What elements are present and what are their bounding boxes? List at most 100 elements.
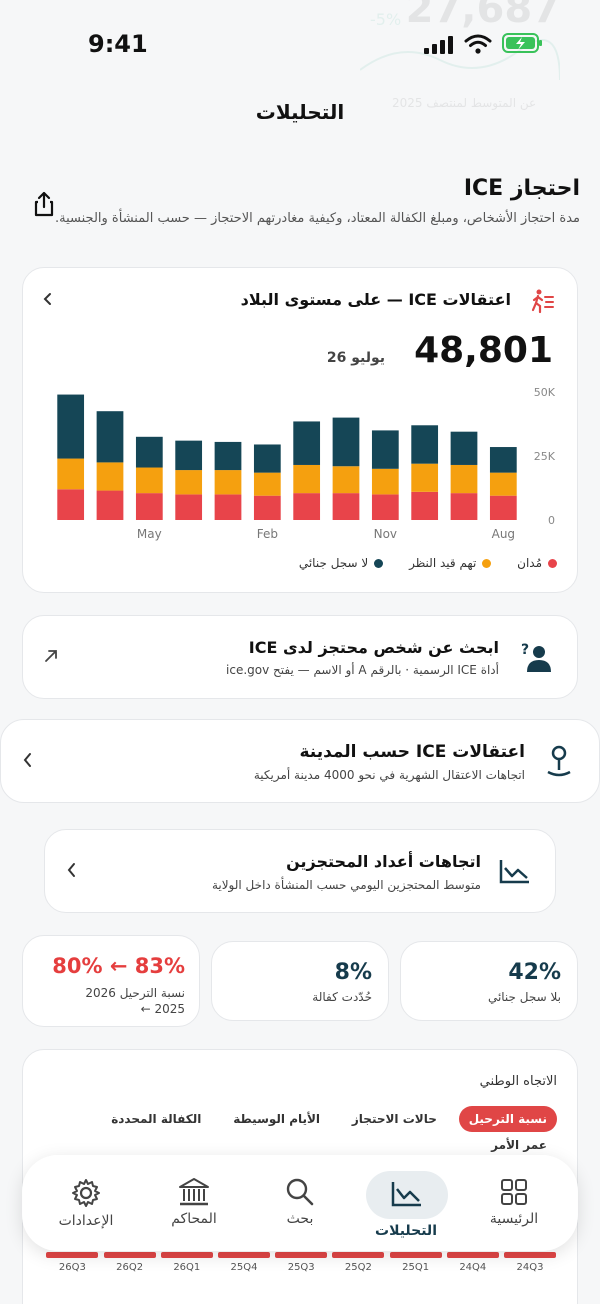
svg-text:?: ? [521, 642, 529, 658]
bar-segment-pending [253, 472, 281, 496]
quarter-label: 25Q3 [287, 1262, 315, 1273]
chart-legend: مُدان تهم قيد النظر لا سجل جنائي [277, 556, 557, 570]
legend-item-pending: تهم قيد النظر [409, 556, 492, 570]
share-icon[interactable] [30, 190, 58, 218]
chevron-left-icon[interactable] [21, 752, 35, 768]
tab-label: التحليلات [375, 1223, 437, 1239]
bar-segment-pending [214, 470, 242, 495]
stat-label-secondary: ← 2025 [140, 1002, 185, 1016]
battery-icon [502, 33, 542, 53]
chart-icon [391, 1182, 421, 1207]
location-pin-icon [547, 745, 571, 777]
status-bar: 9:41 [0, 28, 600, 62]
gear-icon [72, 1179, 100, 1207]
trend-chart-icon [499, 860, 529, 884]
tab-label: الرئيسية [489, 1211, 539, 1227]
bar-segment-pending [293, 464, 321, 494]
tab-label: المحاكم [171, 1211, 217, 1227]
bar-segment-no-record [96, 411, 124, 463]
bar-segment-convicted [57, 489, 85, 520]
status-time: 9:41 [88, 30, 148, 58]
city-card-title: اعتقالات ICE حسب المدينة [299, 742, 525, 762]
external-link-icon[interactable] [43, 648, 59, 664]
tab-analytics[interactable]: التحليلات [366, 1171, 448, 1239]
bar-segment-convicted [332, 493, 360, 520]
person-question-icon: ? [521, 642, 551, 672]
bar-segment-no-record [175, 440, 203, 471]
stat-value: 8% [334, 960, 372, 985]
trend-card-title: اتجاهات أعداد المحتجزين [286, 852, 481, 871]
y-tick-label: 25K [534, 450, 556, 463]
bar-segment-no-record [371, 430, 399, 469]
trend-bar [332, 1252, 385, 1258]
national-trend-heading: الاتجاه الوطني [479, 1074, 557, 1089]
bar-segment-convicted [411, 491, 439, 520]
detainee-search-card[interactable]: ? ابحث عن شخص محتجز لدى ICE أداة ICE الر… [22, 615, 578, 699]
tab-deportation-rate[interactable]: نسبة الترحيل [458, 1106, 557, 1132]
bar-segment-convicted [253, 495, 281, 520]
bar-segment-pending [450, 464, 478, 494]
section-description: مدة احتجاز الأشخاص، ومبلغ الكفالة المعتا… [55, 211, 580, 226]
bar-segment-convicted [96, 490, 124, 520]
bar-segment-convicted [175, 494, 203, 520]
tab-median-days[interactable]: الأيام الوسيطة [223, 1106, 330, 1132]
bar-segment-no-record [332, 417, 360, 467]
stat-no-record: 42% بلا سجل جنائي [400, 941, 578, 1021]
bar-segment-pending [332, 466, 360, 494]
y-tick-label: 50K [534, 386, 556, 399]
bar-segment-no-record [411, 425, 439, 464]
section-header: احتجاز ICE مدة احتجاز الأشخاص، ومبلغ الك… [24, 176, 580, 229]
bar-segment-convicted [489, 495, 517, 520]
x-tick-label: May [137, 527, 162, 541]
bar-segment-convicted [293, 493, 321, 520]
bar-segment-pending [371, 468, 399, 495]
ghost-percent: -5% [370, 10, 402, 29]
bar-segment-no-record [489, 447, 517, 473]
quarter-label: 26Q2 [116, 1262, 144, 1273]
trend-bar [446, 1252, 499, 1258]
section-title: احتجاز ICE [463, 176, 580, 201]
tab-detention-cases[interactable]: حالات الاحتجاز [342, 1106, 447, 1132]
quarter-axis-labels: 24Q3 24Q4 25Q1 25Q2 25Q3 25Q4 26Q1 26Q2 26Q3 [0, 1262, 600, 1282]
tab-search[interactable]: بحث [250, 1177, 350, 1227]
stat-label: نسبة الترحيل 2026 [85, 986, 185, 1000]
legend-item-convicted: مُدان [517, 556, 557, 570]
y-tick-label: 0 [548, 514, 555, 527]
bar-segment-pending [96, 462, 124, 491]
tab-label: بحث [286, 1211, 314, 1227]
stat-deportation-rate: 80% ← 83% نسبة الترحيل 2026 ← 2025 [22, 935, 200, 1027]
arrests-chart-card[interactable]: اعتقالات ICE — على مستوى البلاد 48,801 ي… [22, 267, 578, 593]
detainee-trends-card[interactable]: اتجاهات أعداد المحتجزين متوسط المحتجزين … [44, 829, 556, 913]
arrests-by-city-card[interactable]: اعتقالات ICE حسب المدينة اتجاهات الاعتقا… [0, 719, 600, 803]
tab-label: الإعدادات [58, 1213, 114, 1229]
bar-segment-convicted [371, 494, 399, 520]
cellular-signal-icon [424, 36, 453, 54]
search-card-subtitle: أداة ICE الرسمية · بالرقم A أو الاسم — ي… [226, 663, 499, 677]
city-card-subtitle: اتجاهات الاعتقال الشهرية في نحو 4000 مدي… [253, 768, 525, 782]
stat-value: 42% [508, 960, 561, 985]
stat-label: بلا سجل جنائي [487, 990, 561, 1004]
tab-home[interactable]: الرئيسية [464, 1177, 564, 1227]
x-tick-label: Feb [257, 527, 278, 541]
trend-card-subtitle: متوسط المحتجزين اليومي حسب المنشأة داخل … [211, 878, 481, 892]
tab-bond-set[interactable]: الكفالة المحددة [101, 1106, 211, 1132]
bar-segment-no-record [450, 431, 478, 465]
legend-item-no-record: لا سجل جنائي [299, 556, 384, 570]
chevron-left-icon[interactable] [65, 862, 79, 878]
tab-courts[interactable]: المحاكم [144, 1177, 244, 1227]
bar-segment-pending [135, 467, 163, 494]
trend-bar [103, 1252, 156, 1258]
bar-segment-pending [489, 472, 517, 496]
tab-settings[interactable]: الإعدادات [36, 1177, 136, 1229]
bar-segment-no-record [135, 436, 163, 468]
quarter-label: 26Q3 [58, 1262, 86, 1273]
bar-segment-convicted [450, 493, 478, 520]
stat-label: حُدّدت كفالة [312, 990, 372, 1004]
page-title: التحليلات [255, 100, 345, 124]
quarter-label: 25Q4 [230, 1262, 258, 1273]
arrests-bar-chart: May Feb Nov Aug 50K 25K 0 [57, 386, 556, 541]
bar-segment-no-record [57, 394, 85, 459]
bar-segment-pending [57, 458, 85, 490]
x-tick-label: Aug [492, 527, 515, 541]
bar-segment-convicted [135, 493, 163, 520]
